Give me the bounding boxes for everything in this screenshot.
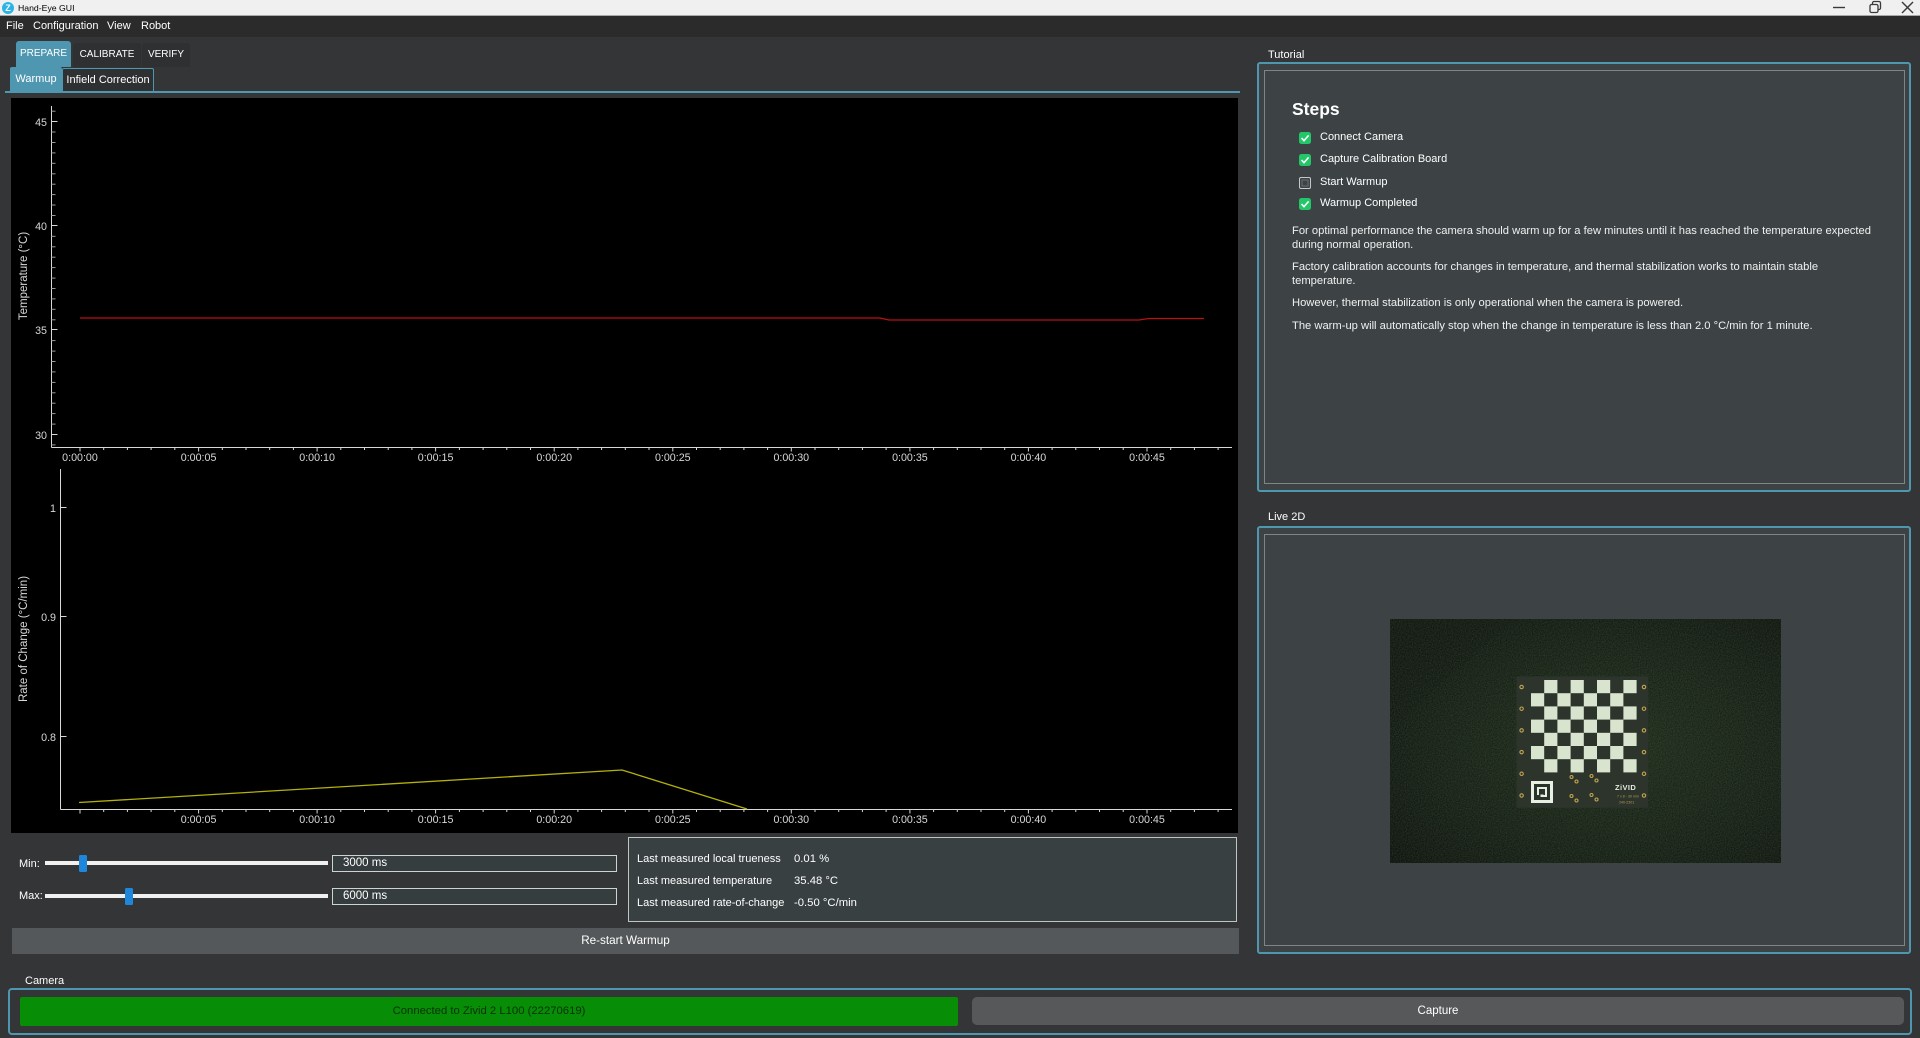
- svg-text:0:00:10: 0:00:10: [299, 452, 335, 464]
- svg-text:0:00:25: 0:00:25: [655, 814, 691, 826]
- svg-text:ZiVID: ZiVID: [1615, 783, 1636, 792]
- svg-text:240-2301: 240-2301: [1619, 801, 1634, 805]
- svg-text:0:00:40: 0:00:40: [1011, 814, 1047, 826]
- svg-text:1: 1: [50, 503, 56, 515]
- svg-text:0:00:35: 0:00:35: [892, 452, 928, 464]
- svg-text:40: 40: [35, 221, 47, 233]
- svg-text:0:00:00: 0:00:00: [62, 452, 98, 464]
- svg-text:0:00:45: 0:00:45: [1129, 814, 1165, 826]
- svg-text:30: 30: [35, 430, 47, 442]
- svg-text:0:00:45: 0:00:45: [1129, 452, 1165, 464]
- svg-text:0:00:05: 0:00:05: [181, 814, 217, 826]
- svg-text:0:00:25: 0:00:25: [655, 452, 691, 464]
- svg-text:0:00:30: 0:00:30: [773, 814, 809, 826]
- svg-text:0:00:15: 0:00:15: [418, 814, 454, 826]
- svg-text:0:00:40: 0:00:40: [1011, 452, 1047, 464]
- svg-text:7 x 8 - 30 mm: 7 x 8 - 30 mm: [1617, 795, 1639, 799]
- svg-text:0:00:30: 0:00:30: [773, 452, 809, 464]
- svg-text:0:00:20: 0:00:20: [536, 814, 572, 826]
- svg-text:35: 35: [35, 325, 47, 337]
- svg-text:0:00:05: 0:00:05: [181, 452, 217, 464]
- svg-text:Temperature (°C): Temperature (°C): [18, 232, 30, 320]
- svg-text:0:00:20: 0:00:20: [536, 452, 572, 464]
- svg-text:0.8: 0.8: [41, 732, 56, 744]
- svg-text:Rate of Change (°C/min): Rate of Change (°C/min): [18, 576, 30, 702]
- svg-text:0:00:35: 0:00:35: [892, 814, 928, 826]
- svg-text:45: 45: [35, 117, 47, 129]
- svg-text:0:00:10: 0:00:10: [299, 814, 335, 826]
- svg-text:0:00:15: 0:00:15: [418, 452, 454, 464]
- svg-text:0.9: 0.9: [41, 612, 56, 624]
